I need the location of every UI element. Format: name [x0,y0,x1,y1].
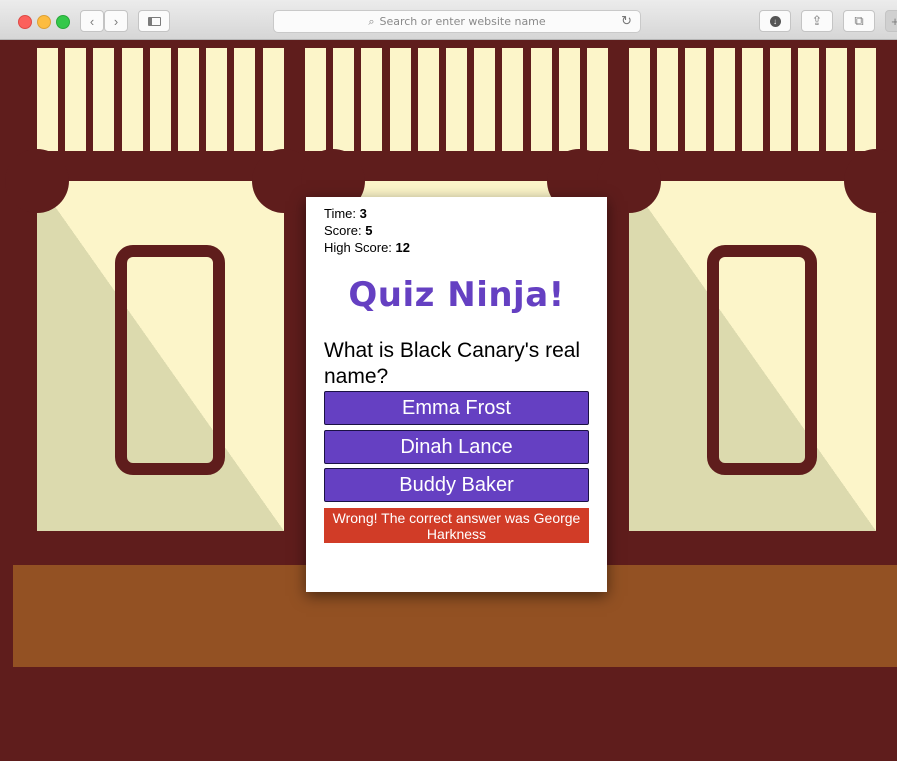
search-icon: ⌕ [368,14,375,28]
window-panel-right [597,149,897,531]
window-frame [707,245,817,475]
download-button[interactable]: ↓ [759,10,791,32]
balcony-railing-right [629,48,883,151]
sidebar-button[interactable] [138,10,170,32]
close-window-button[interactable] [18,15,32,29]
reload-icon[interactable]: ↻ [621,14,632,29]
address-bar[interactable]: ⌕ Search or enter website name ↻ [273,10,641,33]
minimize-window-button[interactable] [37,15,51,29]
high-score-label: High Score: [324,240,392,255]
score-label: Score: [324,223,362,238]
time-display: Time: 3 [324,206,367,222]
answer-button-buddy-baker[interactable]: Buddy Baker [324,468,589,502]
download-icon: ↓ [769,15,781,27]
question-text: What is Black Canary's real name? [324,339,581,388]
answer-button-emma-frost[interactable]: Emma Frost [324,391,589,425]
share-button[interactable]: ⇪ [801,10,833,32]
tabs-button[interactable]: ⧉ [843,10,875,32]
quiz-card: Time: 3 Score: 5 High Score: 12 Quiz Nin… [306,197,607,592]
balcony-railing-left [37,48,291,151]
forward-arrow-icon: › [113,13,119,29]
sidebar-icon [147,16,161,26]
high-score-display: High Score: 12 [324,240,410,256]
answer-button-dinah-lance[interactable]: Dinah Lance [324,430,589,464]
address-placeholder: Search or enter website name [379,15,546,28]
window-panel-left [5,149,316,531]
page-title: Quiz Ninja! [348,275,565,315]
balcony-railing-middle [305,48,615,151]
new-tab-button[interactable]: + [885,10,897,32]
time-value: 3 [359,206,367,221]
score-value: 5 [365,223,373,238]
back-button[interactable]: ‹ [80,10,104,32]
back-arrow-icon: ‹ [89,13,95,29]
maximize-window-button[interactable] [56,15,70,29]
score-display: Score: 5 [324,223,372,239]
browser-toolbar: ‹ › ⌕ Search or enter website name ↻ ↓ ⇪… [0,0,897,40]
time-label: Time: [324,206,357,221]
share-icon: ⇪ [811,13,823,28]
high-score-value: 12 [395,240,411,255]
feedback-message: Wrong! The correct answer was George Har… [324,508,589,543]
new-tab-icon: + [891,13,897,29]
window-frame [115,245,225,475]
tabs-icon: ⧉ [854,13,864,28]
forward-button[interactable]: › [104,10,128,32]
